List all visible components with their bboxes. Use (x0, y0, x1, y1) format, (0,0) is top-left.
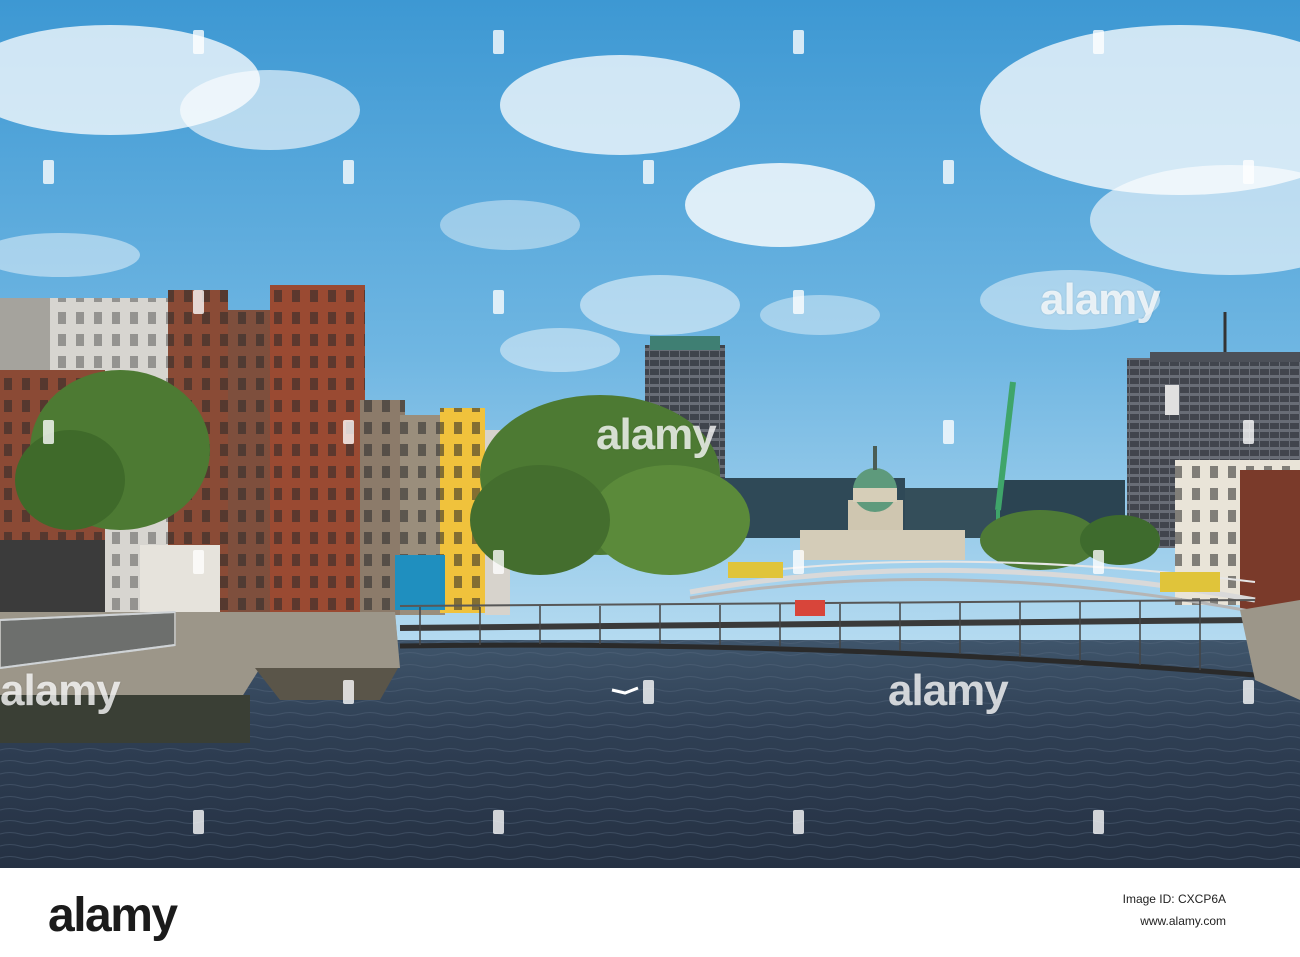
bus (1160, 572, 1220, 592)
watermark-dot (1093, 810, 1104, 834)
watermark-dot (493, 810, 504, 834)
watermark-dot (493, 290, 504, 314)
watermark: alamy (1040, 275, 1161, 324)
watermark-dot (43, 160, 54, 184)
watermark-dot (193, 290, 204, 314)
watermark: alamy (596, 410, 717, 459)
watermark-dot (1093, 550, 1104, 574)
image-id: Image ID: CXCP6A (1122, 892, 1226, 906)
watermark-dot (43, 420, 54, 444)
footer-bar: alamy Image ID: CXCP6A www.alamy.com (0, 868, 1300, 957)
watermark-dot (193, 550, 204, 574)
watermark-dot (1243, 420, 1254, 444)
watermark-dot (793, 810, 804, 834)
watermark-dot (1093, 30, 1104, 54)
watermark: alamy (888, 666, 1009, 715)
watermark-dot (943, 420, 954, 444)
watermark-dot (493, 30, 504, 54)
watermark-dot (1243, 160, 1254, 184)
watermark-dot (643, 160, 654, 184)
watermark-dot (793, 550, 804, 574)
bus (728, 562, 783, 578)
watermark-dot (643, 680, 654, 704)
image-id-block: Image ID: CXCP6A www.alamy.com (1123, 892, 1226, 928)
watermark-dot (193, 810, 204, 834)
watermark-dot (343, 160, 354, 184)
watermark: alamy (0, 666, 121, 715)
watermark-dot (493, 550, 504, 574)
site-url[interactable]: www.alamy.com (1123, 914, 1226, 928)
watermark-dot (343, 420, 354, 444)
watermark-dot (1243, 680, 1254, 704)
watermark-dot (793, 290, 804, 314)
watermark-dot (793, 30, 804, 54)
watermark-dot (943, 160, 954, 184)
river-liffey-photo: alamy alamy alamy alamy (0, 0, 1300, 868)
alamy-logo[interactable]: alamy (48, 888, 178, 943)
watermark-dot (343, 680, 354, 704)
watermark-dot (193, 30, 204, 54)
